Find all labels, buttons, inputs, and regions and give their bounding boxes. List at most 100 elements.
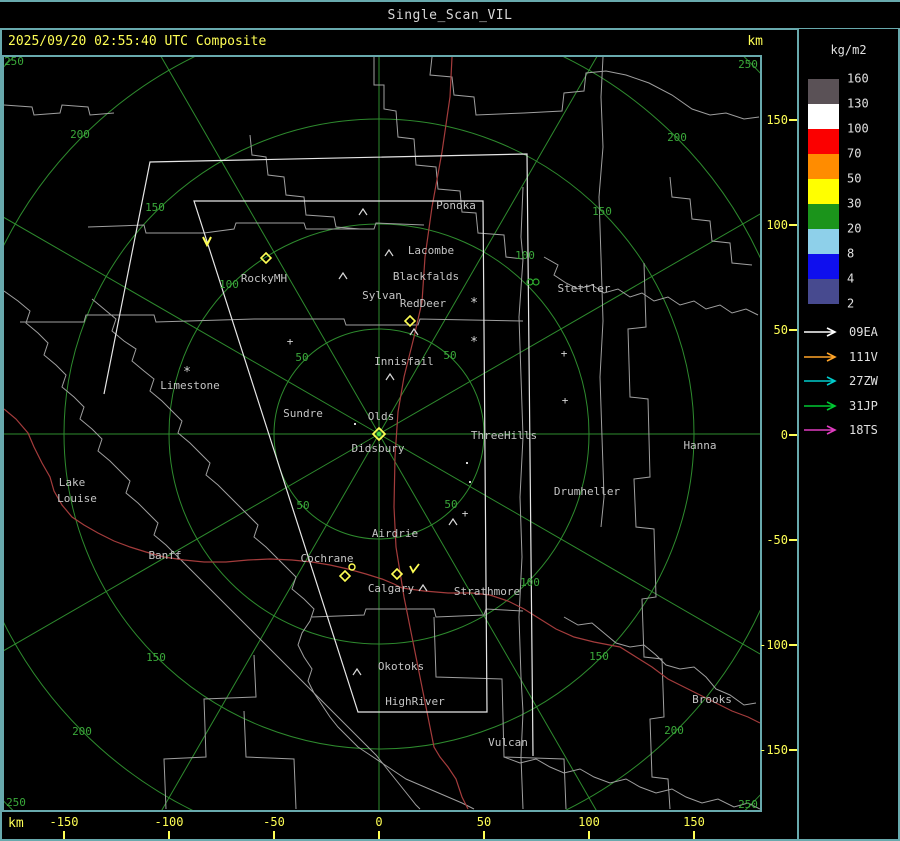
plus-marker: + xyxy=(287,335,294,348)
site-arrow-icon xyxy=(804,327,837,337)
storm-marker-diamond xyxy=(338,569,352,583)
right-axis-unit: km xyxy=(747,34,763,49)
asterisk-marker: * xyxy=(470,335,478,350)
ring-distance-label: 200 xyxy=(70,128,90,141)
scale-value-label: 50 xyxy=(847,171,862,186)
boundary-line xyxy=(669,176,753,266)
town-caret-marker xyxy=(385,372,395,381)
town-caret-marker xyxy=(409,327,419,336)
boundary-line xyxy=(311,608,524,618)
scale-swatch xyxy=(808,229,839,254)
site-legend-row: 111V xyxy=(803,350,898,364)
city-label: HighRiver xyxy=(385,695,445,708)
bottom-axis-label: -150 xyxy=(49,815,79,829)
site-legend-row: 31JP xyxy=(803,399,898,413)
city-label: Calgary xyxy=(368,582,415,595)
boundary-line xyxy=(4,290,421,810)
right-axis-label: 150 xyxy=(766,113,788,127)
city-label: Cochrane xyxy=(301,552,354,565)
scale-value-label: 130 xyxy=(847,96,869,111)
town-caret-marker xyxy=(418,583,428,592)
site-arrow-icon xyxy=(804,351,837,362)
site-id-label: 18TS xyxy=(849,423,878,437)
scan-timestamp: 2025/09/20 02:55:40 UTC Composite xyxy=(8,34,267,49)
scale-swatch xyxy=(808,129,839,154)
site-circles-marker xyxy=(532,278,540,286)
ring-distance-label: 150 xyxy=(145,201,165,214)
site-id-label: 27ZW xyxy=(849,374,878,388)
site-legend-row: 18TS xyxy=(803,423,898,437)
scale-swatch xyxy=(808,79,839,104)
right-axis-label: -100 xyxy=(759,638,788,652)
site-legend-row: 09EA xyxy=(803,325,898,339)
scale-swatch xyxy=(808,179,839,204)
boundary-line xyxy=(433,616,567,810)
site-id-label: 111V xyxy=(849,349,878,364)
boundary-line xyxy=(429,57,760,120)
city-label: Stettler xyxy=(558,282,611,295)
legend-panel: kg/m2 160 130 100 70 50 30 20 8 4 2 09EA 111V 27ZW 31… xyxy=(799,29,898,841)
town-caret-marker xyxy=(338,271,348,280)
window-title: Single_Scan_VIL xyxy=(387,7,513,23)
ring-distance-label: 100 xyxy=(219,278,239,291)
plus-marker: + xyxy=(462,507,469,520)
boundary-line xyxy=(249,134,361,230)
city-label: Blackfalds xyxy=(393,270,459,283)
ring-distance-label: 250 xyxy=(738,58,758,71)
city-label: Airdrie xyxy=(372,527,418,540)
scale-value-label: 4 xyxy=(847,271,855,286)
bottom-axis-label: 100 xyxy=(578,815,600,829)
radial-line xyxy=(160,57,380,435)
ring-distance-label: 200 xyxy=(72,725,92,738)
city-label: Lacombe xyxy=(408,244,454,257)
city-label: ThreeHills xyxy=(471,429,537,442)
scale-swatch xyxy=(808,254,839,279)
scale-value-label: 8 xyxy=(847,246,855,261)
yellow-check-marker xyxy=(409,563,420,574)
dot-marker xyxy=(469,481,471,483)
radar-map-viewport[interactable]: * * * + + + +50 50 50 50 100 100 100 150 150 150 150 200 2… xyxy=(2,55,762,812)
ring-distance-label: 50 xyxy=(443,349,456,362)
radar-map-canvas[interactable]: * * * + + + +50 50 50 50 100 100 100 150 150 150 150 200 2… xyxy=(4,57,760,810)
scale-value-label: 20 xyxy=(847,221,862,236)
asterisk-marker: * xyxy=(470,296,478,311)
bottom-axis-label: 50 xyxy=(476,815,492,829)
boundary-line xyxy=(20,314,524,326)
city-label: Innisfail xyxy=(374,355,434,368)
ring-distance-label: 150 xyxy=(589,650,609,663)
scale-swatch xyxy=(808,104,839,129)
boundary-line xyxy=(4,104,115,116)
town-caret-marker xyxy=(448,517,458,526)
scale-value-label: 30 xyxy=(847,196,862,211)
city-label: Strathmore xyxy=(454,585,520,598)
town-caret-marker xyxy=(352,667,362,676)
bottom-axis-label: -100 xyxy=(154,815,184,829)
site-id-label: 09EA xyxy=(849,325,878,339)
city-label: Ponoka xyxy=(436,199,476,212)
right-axis: 150 100 50 0 -50 -100 -150 xyxy=(759,55,800,812)
town-caret-marker xyxy=(358,207,368,216)
radial-line xyxy=(4,433,380,652)
scale-swatch xyxy=(808,154,839,179)
bottom-axis-unit: km xyxy=(8,816,24,831)
city-label: Limestone xyxy=(160,379,220,392)
ring-distance-label: 150 xyxy=(592,205,612,218)
boundary-line xyxy=(373,57,524,260)
town-caret-marker xyxy=(384,248,394,257)
site-legend-row: 27ZW xyxy=(803,374,898,388)
site-id-label: 31JP xyxy=(849,398,878,413)
boundary-line xyxy=(243,710,297,810)
city-label: Drumheller xyxy=(554,485,621,498)
bottom-axis: km -150 -100 -50 0 50 100 150 xyxy=(0,812,797,841)
city-label: Hanna xyxy=(683,439,716,452)
bottom-axis-label: 150 xyxy=(683,815,705,829)
ring-distance-label: 150 xyxy=(146,651,166,664)
ring-distance-label: 250 xyxy=(6,796,26,809)
city-label: RedDeer xyxy=(400,297,447,310)
right-axis-label: 50 xyxy=(773,323,788,337)
ring-distance-label: 200 xyxy=(667,131,687,144)
scale-swatch xyxy=(808,204,839,229)
right-axis-label: 100 xyxy=(766,218,788,232)
scale-value-label: 160 xyxy=(847,71,869,86)
city-label: Banff xyxy=(148,549,181,562)
